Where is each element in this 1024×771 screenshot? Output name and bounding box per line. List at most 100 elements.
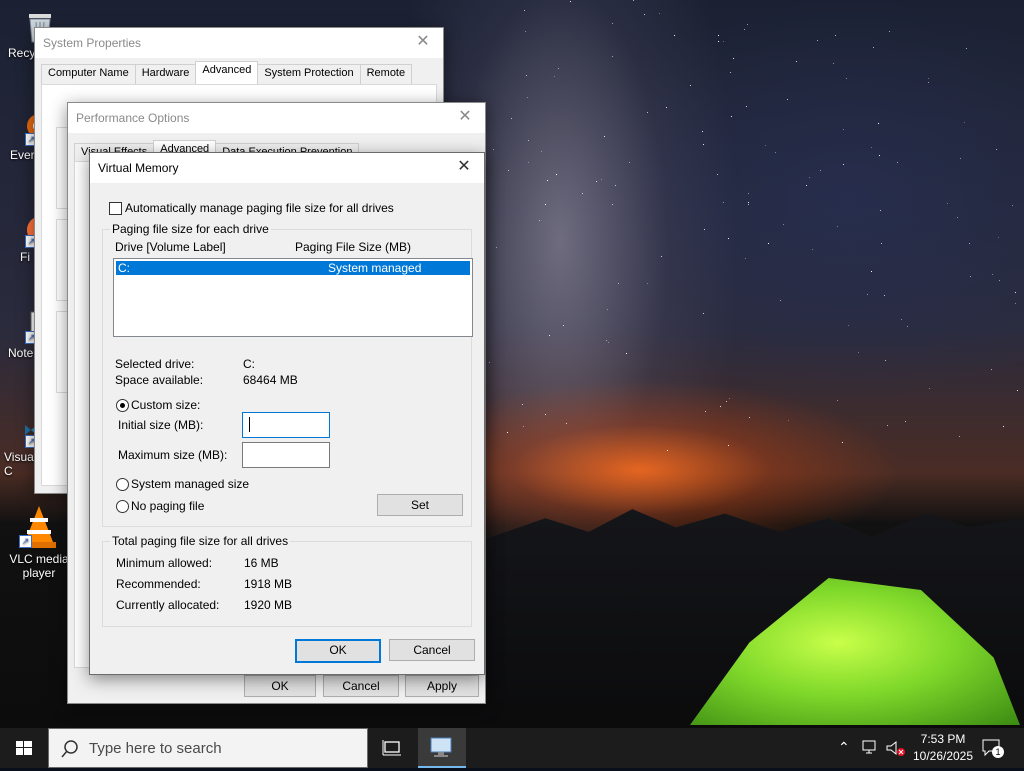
close-icon[interactable]: ✕ [403, 28, 443, 58]
window-title: System Properties [43, 36, 142, 50]
tab-advanced[interactable]: Advanced [195, 61, 259, 84]
chevron-up-icon[interactable]: ⌃ [838, 739, 850, 756]
star [958, 436, 960, 438]
star [1017, 390, 1019, 392]
drive-row-c[interactable]: C: System managed [116, 261, 470, 275]
selected-drive-label: Selected drive: [115, 357, 195, 371]
star [928, 77, 930, 79]
custom-size-label: Custom size: [131, 398, 201, 412]
star [999, 280, 1001, 282]
close-icon[interactable]: ✕ [444, 153, 484, 183]
no-paging-radio[interactable] [116, 500, 129, 513]
star [538, 219, 540, 221]
recommended-label: Recommended: [116, 577, 201, 591]
maximum-size-input[interactable] [242, 442, 330, 468]
search-icon [61, 740, 78, 758]
star [796, 60, 798, 62]
cancel-button[interactable]: Cancel [323, 675, 399, 697]
virtual-memory-titlebar[interactable]: Virtual Memory ✕ [90, 153, 484, 183]
system-managed-label: System managed size [131, 477, 250, 491]
selected-drive-value: C: [243, 357, 255, 371]
star [880, 209, 882, 211]
taskbar-clock[interactable]: 7:53 PM 10/26/2025 [908, 731, 978, 765]
drive-paging-size: System managed [328, 261, 422, 275]
task-view-button[interactable] [368, 728, 416, 768]
star [885, 359, 887, 361]
tab-computer-name[interactable]: Computer Name [41, 64, 136, 84]
star [764, 144, 766, 146]
star [887, 425, 889, 427]
star [600, 179, 602, 181]
star [629, 162, 631, 164]
star [870, 270, 872, 272]
star [966, 48, 968, 50]
star [998, 236, 1000, 238]
star [625, 352, 627, 354]
speaker-muted-icon[interactable] [886, 740, 906, 758]
star [992, 273, 994, 275]
star [845, 77, 847, 79]
notification-center-button[interactable]: 1 [982, 738, 1004, 758]
star [705, 411, 707, 413]
column-header-size: Paging File Size (MB) [295, 240, 412, 254]
tab-remote[interactable]: Remote [359, 64, 413, 84]
performance-options-titlebar[interactable]: Performance Options ✕ [68, 103, 485, 133]
taskbar-search-box[interactable]: Type here to search [48, 728, 368, 768]
star [718, 41, 720, 43]
star [744, 257, 746, 259]
space-available-value: 68464 MB [243, 373, 298, 387]
network-icon[interactable] [862, 740, 880, 756]
star [553, 75, 555, 77]
column-header-drive: Drive [Volume Label] [115, 240, 226, 254]
star [842, 129, 844, 131]
star [1014, 303, 1016, 305]
star [526, 96, 528, 98]
star [867, 294, 869, 296]
apply-button[interactable]: Apply [405, 675, 479, 697]
star [674, 35, 676, 37]
system-properties-titlebar[interactable]: System Properties ✕ [35, 28, 443, 58]
star [507, 431, 509, 433]
star [495, 246, 497, 248]
recommended-value: 1918 MB [244, 577, 293, 591]
window-title: Performance Options [76, 111, 190, 125]
star [848, 325, 850, 327]
clock-time: 7:53 PM [920, 732, 966, 746]
star [836, 226, 838, 227]
tab-hardware[interactable]: Hardware [134, 64, 197, 84]
star [901, 318, 903, 320]
close-icon[interactable]: ✕ [445, 103, 485, 133]
custom-size-radio[interactable] [116, 399, 129, 412]
star [719, 405, 721, 407]
ok-button[interactable]: OK [295, 639, 381, 663]
star [606, 309, 608, 311]
drive-listbox[interactable]: C: System managed [113, 258, 473, 337]
taskbar-app-system-properties[interactable] [418, 728, 466, 768]
star [615, 184, 617, 186]
star [835, 35, 837, 37]
star [746, 23, 748, 25]
tab-system-protection[interactable]: System Protection [257, 64, 361, 84]
drive-letter: C: [118, 261, 130, 275]
auto-manage-checkbox[interactable] [109, 202, 122, 215]
star [545, 204, 547, 206]
star [957, 216, 959, 218]
star [548, 335, 550, 337]
star [779, 300, 781, 302]
system-managed-radio[interactable] [116, 478, 129, 491]
ok-button[interactable]: OK [244, 675, 316, 697]
virtual-memory-dialog: Virtual Memory ✕ Automatically manage pa… [89, 152, 485, 675]
star [557, 67, 559, 69]
star [1002, 426, 1004, 428]
initial-size-input[interactable] [242, 412, 330, 438]
cancel-button[interactable]: Cancel [389, 639, 475, 661]
star [726, 401, 728, 403]
start-button[interactable] [0, 728, 48, 768]
star [702, 143, 704, 145]
star [570, 1, 572, 3]
star [842, 164, 844, 166]
star [540, 150, 542, 152]
set-button[interactable]: Set [377, 494, 463, 516]
star [728, 398, 730, 400]
star [881, 242, 883, 244]
